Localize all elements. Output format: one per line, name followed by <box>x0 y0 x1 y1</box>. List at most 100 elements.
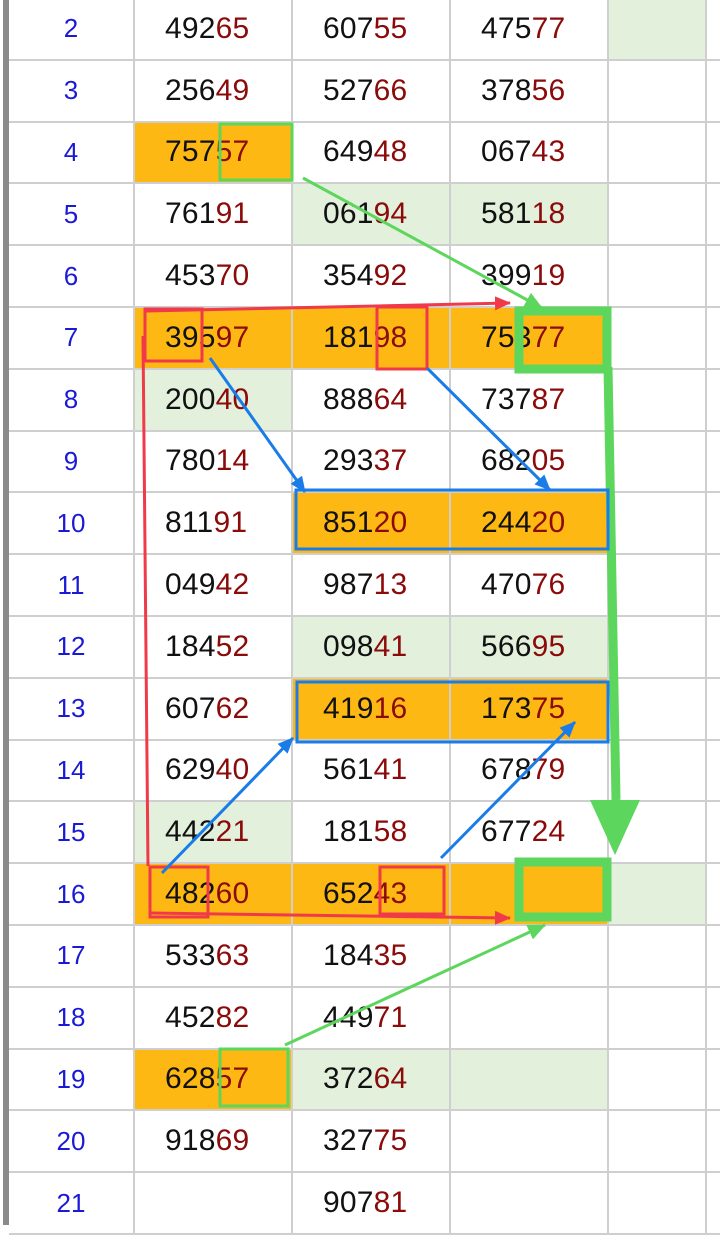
table-cell[interactable]: 492 65 <box>135 0 293 61</box>
table-cell[interactable] <box>609 1111 707 1174</box>
table-cell[interactable]: 851 20 <box>293 493 451 556</box>
row-index[interactable]: 8 <box>9 369 135 432</box>
table-cell[interactable]: 987 13 <box>293 555 451 617</box>
table-cell[interactable]: 244 20 <box>451 493 609 556</box>
table-cell[interactable]: 354 92 <box>293 246 451 308</box>
table-cell[interactable]: 678 79 <box>451 740 609 803</box>
table-cell[interactable] <box>609 431 707 494</box>
row-index[interactable]: 16 <box>9 864 135 926</box>
table-cell[interactable] <box>451 1049 609 1112</box>
table-cell[interactable] <box>609 678 707 741</box>
table-cell[interactable] <box>707 1173 720 1235</box>
table-cell[interactable] <box>451 864 609 926</box>
table-cell[interactable]: 581 18 <box>451 184 609 247</box>
table-cell[interactable] <box>707 1050 720 1112</box>
table-cell[interactable]: 452 82 <box>135 987 293 1050</box>
table-cell[interactable]: 372 64 <box>293 1049 451 1112</box>
table-cell[interactable] <box>609 617 707 679</box>
table-cell[interactable]: 566 95 <box>451 617 609 679</box>
row-index[interactable]: 7 <box>9 308 135 370</box>
table-cell[interactable] <box>707 246 720 308</box>
table-cell[interactable] <box>707 926 720 988</box>
row-index[interactable]: 15 <box>9 802 135 865</box>
table-cell[interactable]: 607 62 <box>135 678 293 741</box>
table-cell[interactable]: 475 77 <box>451 0 609 61</box>
row-index[interactable]: 18 <box>9 987 135 1050</box>
row-index[interactable]: 9 <box>9 431 135 494</box>
table-cell[interactable]: 533 63 <box>135 926 293 988</box>
table-cell[interactable] <box>707 308 720 370</box>
table-cell[interactable] <box>707 370 720 432</box>
table-cell[interactable]: 907 81 <box>293 1173 451 1235</box>
table-cell[interactable] <box>707 988 720 1050</box>
table-cell[interactable]: 449 71 <box>293 987 451 1050</box>
table-cell[interactable] <box>609 246 707 308</box>
table-cell[interactable]: 442 21 <box>135 802 293 865</box>
table-cell[interactable]: 628 57 <box>135 1049 293 1112</box>
row-index[interactable]: 14 <box>9 740 135 803</box>
table-cell[interactable] <box>707 555 720 617</box>
table-cell[interactable] <box>451 1111 609 1174</box>
table-cell[interactable] <box>609 308 707 370</box>
table-cell[interactable] <box>707 184 720 247</box>
table-cell[interactable]: 419 16 <box>293 678 451 741</box>
table-cell[interactable]: 200 40 <box>135 369 293 432</box>
table-cell[interactable]: 327 75 <box>293 1111 451 1174</box>
table-cell[interactable]: 184 52 <box>135 617 293 679</box>
table-cell[interactable] <box>707 1111 720 1174</box>
row-index[interactable]: 13 <box>9 678 135 741</box>
table-cell[interactable]: 527 66 <box>293 60 451 123</box>
table-cell[interactable] <box>609 60 707 123</box>
table-cell[interactable]: 753 77 <box>451 308 609 370</box>
table-cell[interactable] <box>609 369 707 432</box>
table-cell[interactable] <box>609 0 707 61</box>
table-cell[interactable] <box>707 679 720 741</box>
table-cell[interactable]: 098 41 <box>293 617 451 679</box>
table-cell[interactable]: 811 91 <box>135 493 293 556</box>
row-index[interactable]: 2 <box>9 0 135 61</box>
table-cell[interactable]: 173 75 <box>451 678 609 741</box>
table-cell[interactable] <box>609 555 707 617</box>
table-cell[interactable]: 757 57 <box>135 122 293 185</box>
table-cell[interactable]: 677 24 <box>451 802 609 865</box>
table-cell[interactable] <box>451 987 609 1050</box>
row-index[interactable]: 11 <box>9 555 135 617</box>
table-cell[interactable] <box>707 617 720 679</box>
table-cell[interactable] <box>609 987 707 1050</box>
row-index[interactable]: 10 <box>9 493 135 556</box>
table-cell[interactable]: 256 49 <box>135 60 293 123</box>
table-cell[interactable] <box>707 123 720 185</box>
table-cell[interactable]: 049 42 <box>135 555 293 617</box>
table-cell[interactable]: 067 43 <box>451 122 609 185</box>
table-cell[interactable]: 181 98 <box>293 308 451 370</box>
table-cell[interactable]: 399 19 <box>451 246 609 308</box>
table-cell[interactable]: 378 56 <box>451 60 609 123</box>
table-cell[interactable]: 682 05 <box>451 431 609 494</box>
table-cell[interactable]: 780 14 <box>135 431 293 494</box>
row-index[interactable]: 19 <box>9 1049 135 1112</box>
table-cell[interactable]: 761 91 <box>135 184 293 247</box>
table-cell[interactable]: 184 35 <box>293 926 451 988</box>
table-cell[interactable]: 888 64 <box>293 369 451 432</box>
table-cell[interactable]: 293 37 <box>293 431 451 494</box>
table-cell[interactable] <box>707 493 720 556</box>
table-cell[interactable] <box>707 61 720 123</box>
table-cell[interactable] <box>609 493 707 556</box>
table-cell[interactable]: 737 87 <box>451 369 609 432</box>
table-cell[interactable]: 649 48 <box>293 122 451 185</box>
table-cell[interactable] <box>609 926 707 988</box>
table-cell[interactable] <box>135 1173 293 1235</box>
table-cell[interactable]: 652 43 <box>293 864 451 926</box>
table-cell[interactable]: 453 70 <box>135 246 293 308</box>
table-cell[interactable] <box>707 741 720 803</box>
table-cell[interactable] <box>609 122 707 185</box>
table-cell[interactable] <box>609 184 707 247</box>
table-cell[interactable] <box>707 432 720 494</box>
row-index[interactable]: 21 <box>9 1173 135 1235</box>
table-cell[interactable] <box>451 926 609 988</box>
table-cell[interactable] <box>451 1173 609 1235</box>
table-cell[interactable]: 607 55 <box>293 0 451 61</box>
table-cell[interactable] <box>707 864 720 926</box>
row-index[interactable]: 20 <box>9 1111 135 1174</box>
table-cell[interactable]: 061 94 <box>293 184 451 247</box>
